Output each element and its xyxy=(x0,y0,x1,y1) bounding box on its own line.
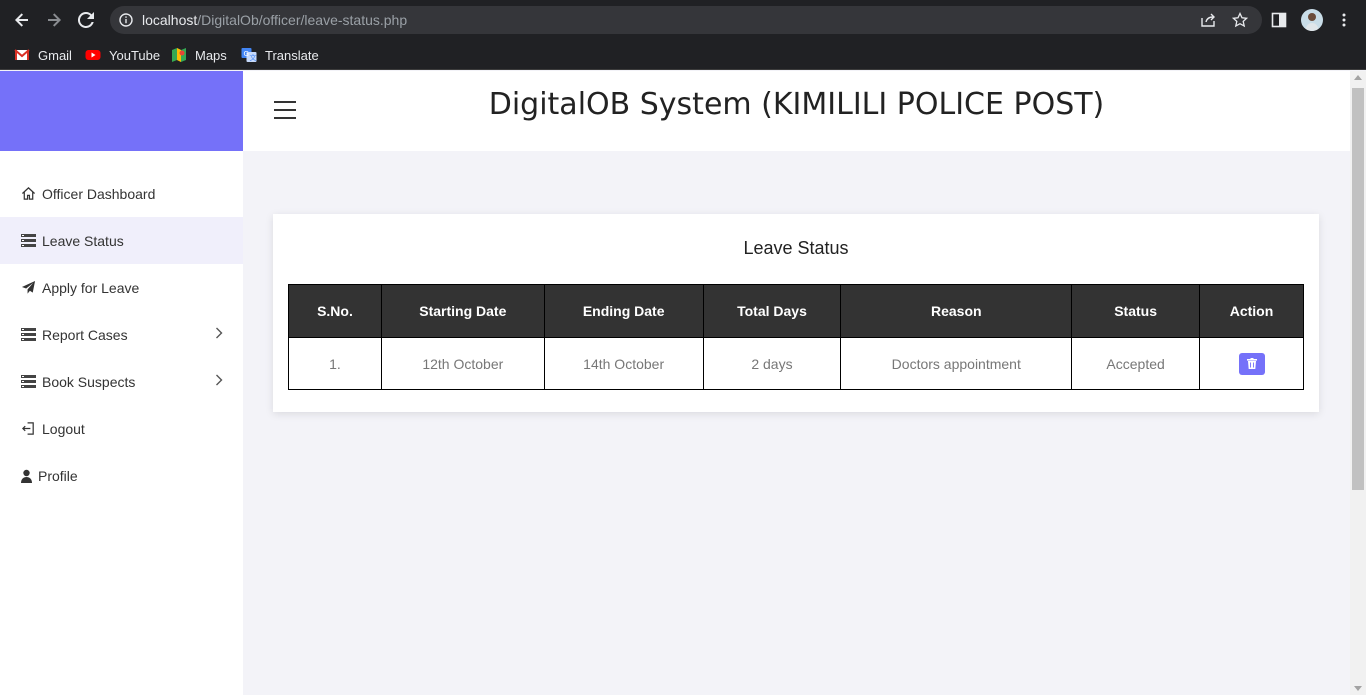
bookmark-label: Gmail xyxy=(38,47,72,63)
sidebar-item-label: Leave Status xyxy=(42,232,124,249)
page-title: DigitalOB System (KIMILILI POLICE POST) xyxy=(488,87,1105,122)
kebab-menu-icon xyxy=(1342,13,1346,27)
sidebar-item-label: Logout xyxy=(42,420,85,437)
list-icon xyxy=(20,233,36,249)
page: Officer Dashboard Leave Status Apply for… xyxy=(0,71,1366,695)
address-bar[interactable]: localhost/DigitalOb/officer/leave-status… xyxy=(110,6,1262,34)
column-header: Reason xyxy=(840,284,1073,338)
list-icon xyxy=(20,374,36,390)
cell-sno: 1. xyxy=(288,337,382,390)
bookmark-gmail[interactable]: Gmail xyxy=(14,45,72,65)
list-icon xyxy=(20,327,36,343)
forward-button[interactable] xyxy=(42,8,66,32)
person-avatar-icon xyxy=(1305,13,1319,31)
chevron-right-icon xyxy=(216,374,223,386)
sidebar: Officer Dashboard Leave Status Apply for… xyxy=(0,71,243,695)
bookmark-translate[interactable]: G文 Translate xyxy=(241,45,319,65)
delete-button[interactable] xyxy=(1238,352,1265,375)
cell-total-days: 2 days xyxy=(702,337,842,390)
arrow-right-icon xyxy=(48,13,61,27)
translate-icon: G文 xyxy=(241,48,257,62)
share-icon[interactable] xyxy=(1200,12,1216,28)
star-icon[interactable] xyxy=(1232,12,1248,28)
svg-text:G: G xyxy=(244,50,249,58)
sidebar-item-report-cases[interactable]: Report Cases xyxy=(0,311,243,358)
page-scrollbar[interactable] xyxy=(1350,71,1366,695)
gmail-icon xyxy=(14,49,30,60)
sidebar-item-profile[interactable]: Profile xyxy=(0,452,243,499)
bookmark-youtube[interactable]: YouTube xyxy=(85,45,160,65)
bookmark-label: Maps xyxy=(195,47,227,63)
sidebar-item-label: Apply for Leave xyxy=(42,279,140,296)
profile-button[interactable] xyxy=(1300,8,1324,32)
home-icon xyxy=(20,186,36,202)
reload-button[interactable] xyxy=(74,8,98,32)
sidebar-item-apply-for-leave[interactable]: Apply for Leave xyxy=(0,264,243,311)
sidebar-item-label: Profile xyxy=(38,467,78,484)
top-header: DigitalOB System (KIMILILI POLICE POST) xyxy=(243,71,1350,151)
bookmarks-bar: Gmail YouTube Maps G文 Translate xyxy=(0,40,1366,70)
sidebar-item-logout[interactable]: Logout xyxy=(0,405,243,452)
side-panel-button[interactable] xyxy=(1267,8,1291,32)
browser-toolbar: localhost/DigitalOb/officer/leave-status… xyxy=(0,0,1366,40)
sidebar-menu: Officer Dashboard Leave Status Apply for… xyxy=(0,170,243,499)
sidebar-brand xyxy=(0,71,243,151)
url-path: /DigitalOb/officer/leave-status.php xyxy=(197,12,408,28)
info-icon[interactable] xyxy=(119,13,133,27)
bookmark-label: Translate xyxy=(265,47,319,63)
chevron-right-icon xyxy=(216,327,223,339)
sidebar-item-label: Officer Dashboard xyxy=(42,185,156,202)
column-header: Ending Date xyxy=(543,284,704,338)
sidebar-item-label: Book Suspects xyxy=(42,373,136,390)
leave-table: S.No. Starting Date Ending Date Total Da… xyxy=(288,284,1304,390)
browser-menu-button[interactable] xyxy=(1332,8,1356,32)
cell-status: Accepted xyxy=(1071,337,1201,390)
scrollbar-thumb[interactable] xyxy=(1352,88,1364,490)
avatar xyxy=(1301,9,1323,31)
table-row: 1. 12th October 14th October 2 days Doct… xyxy=(288,337,1304,390)
svg-text:文: 文 xyxy=(250,53,257,62)
cell-end-date: 14th October xyxy=(543,337,704,390)
card-title: Leave Status xyxy=(743,238,849,258)
url-host: localhost xyxy=(142,12,198,28)
cell-start-date: 12th October xyxy=(380,337,545,390)
leave-status-card: Leave Status S.No. Starting Date Ending … xyxy=(273,214,1319,412)
scroll-down-arrow-icon[interactable] xyxy=(1354,686,1362,691)
maps-icon xyxy=(172,48,186,62)
logout-icon xyxy=(20,421,36,437)
sidebar-item-book-suspects[interactable]: Book Suspects xyxy=(0,358,243,405)
youtube-icon xyxy=(85,50,101,60)
user-icon xyxy=(20,468,32,484)
paper-plane-icon xyxy=(20,280,36,296)
back-button[interactable] xyxy=(10,8,34,32)
sidebar-item-label: Report Cases xyxy=(42,326,128,343)
arrow-left-icon xyxy=(15,13,28,27)
scroll-up-arrow-icon[interactable] xyxy=(1354,75,1362,80)
column-header: Action xyxy=(1199,284,1304,338)
trash-icon xyxy=(1246,358,1257,369)
column-header: Total Days xyxy=(702,284,842,338)
table-header-row: S.No. Starting Date Ending Date Total Da… xyxy=(288,284,1304,338)
sidebar-item-leave-status[interactable]: Leave Status xyxy=(0,217,243,264)
bookmark-label: YouTube xyxy=(109,47,161,63)
cell-action xyxy=(1199,337,1304,390)
column-header: S.No. xyxy=(288,284,382,338)
column-header: Status xyxy=(1071,284,1201,338)
side-panel-icon xyxy=(1271,12,1287,28)
sidebar-item-officer-dashboard[interactable]: Officer Dashboard xyxy=(0,170,243,217)
bookmark-maps[interactable]: Maps xyxy=(171,45,227,65)
cell-reason: Doctors appointment xyxy=(840,337,1073,390)
url-text[interactable]: localhost/DigitalOb/officer/leave-status… xyxy=(142,12,407,28)
column-header: Starting Date xyxy=(380,284,545,338)
reload-icon xyxy=(78,12,94,28)
